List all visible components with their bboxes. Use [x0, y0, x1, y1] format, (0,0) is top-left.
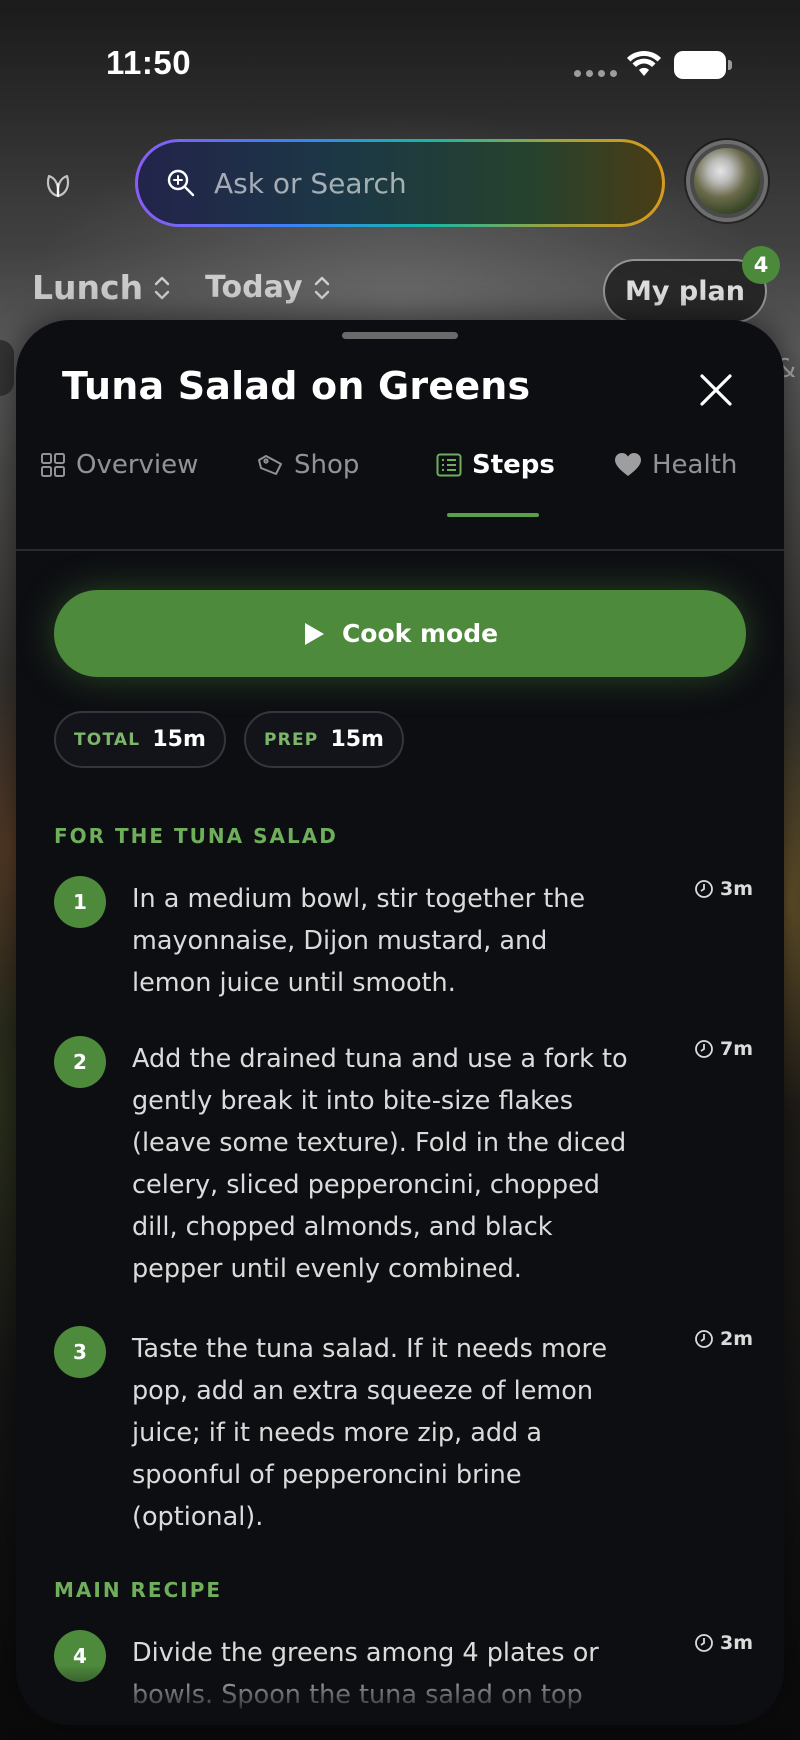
prep-time-pill: PREP 15m: [244, 711, 404, 768]
shopping-tag-icon: [258, 455, 282, 475]
meal-type-label: Lunch: [32, 268, 144, 307]
chevron-up-down-icon: [154, 276, 170, 299]
recipe-sheet: Tuna Salad on Greens Overview Shop Steps: [16, 320, 784, 1725]
clock-icon: [695, 1634, 713, 1652]
sheet-grabber[interactable]: [342, 332, 458, 339]
tab-health-label: Health: [652, 450, 738, 480]
recipe-tabs: Overview Shop Steps Health: [16, 442, 784, 512]
avatar[interactable]: [686, 140, 768, 222]
step-time-value: 7m: [720, 1038, 754, 1060]
section-heading: FOR THE TUNA SALAD: [54, 824, 338, 848]
total-time-value: 15m: [152, 727, 206, 752]
sheet-bottom-fade: [16, 1665, 784, 1725]
total-time-label: TOTAL: [74, 729, 141, 750]
background-card-edge: [0, 340, 14, 396]
list-icon: [436, 453, 462, 477]
day-label: Today: [205, 270, 303, 305]
clock-icon: [695, 1330, 713, 1348]
cook-mode-button[interactable]: Cook mode: [54, 590, 746, 677]
tab-shop[interactable]: Shop: [256, 442, 359, 488]
search-bar[interactable]: Ask or Search: [135, 139, 665, 227]
step-time-value: 2m: [720, 1328, 754, 1350]
close-icon[interactable]: [696, 370, 736, 410]
status-bar: 11:50: [0, 0, 800, 130]
recipe-title: Tuna Salad on Greens: [62, 364, 531, 408]
section-heading: MAIN RECIPE: [54, 1578, 223, 1602]
step-time-value: 3m: [720, 878, 754, 900]
tabs-divider: [16, 549, 784, 551]
heart-icon: [615, 453, 641, 476]
search-placeholder: Ask or Search: [214, 166, 407, 200]
step-number: 3: [54, 1326, 106, 1378]
leaf-icon[interactable]: [40, 164, 76, 200]
plan-count-badge: 4: [742, 246, 780, 284]
prep-time-value: 15m: [330, 727, 384, 752]
step-text: Add the drained tuna and use a fork to g…: [132, 1044, 628, 1284]
meal-type-selector[interactable]: Lunch: [32, 268, 205, 307]
step-timer[interactable]: 3m: [694, 1632, 753, 1654]
step-time-value: 3m: [720, 1632, 754, 1654]
total-time-pill: TOTAL 15m: [54, 711, 226, 768]
tab-health[interactable]: Health: [614, 442, 737, 488]
day-selector[interactable]: Today: [205, 270, 364, 305]
clock-icon: [695, 880, 713, 898]
step-number: 1: [54, 876, 106, 928]
step-timer[interactable]: 7m: [694, 1038, 753, 1060]
cook-mode-label: Cook mode: [341, 619, 499, 648]
wifi-icon: [627, 50, 661, 76]
step-number: 2: [54, 1036, 106, 1088]
step-timer[interactable]: 2m: [694, 1328, 753, 1350]
active-tab-indicator: [447, 513, 539, 517]
search-icon: [167, 169, 195, 197]
tab-overview-label: Overview: [76, 450, 199, 480]
tab-shop-label: Shop: [294, 450, 360, 480]
play-icon: [304, 622, 324, 645]
grid-icon: [41, 453, 65, 477]
chevron-up-down-icon: [314, 276, 329, 299]
step-text: In a medium bowl, stir together the mayo…: [132, 884, 586, 998]
my-plan-label: My plan: [625, 275, 745, 307]
tab-steps[interactable]: Steps: [436, 442, 555, 488]
battery-icon: [674, 51, 732, 79]
status-time: 11:50: [106, 44, 192, 81]
clock-icon: [695, 1040, 713, 1058]
prep-time-label: PREP: [264, 729, 319, 750]
step-text: Taste the tuna salad. If it needs more p…: [132, 1334, 608, 1532]
step-timer[interactable]: 3m: [694, 878, 753, 900]
cellular-signal-icon: [574, 70, 617, 77]
tab-overview[interactable]: Overview: [40, 442, 198, 488]
tab-steps-label: Steps: [472, 450, 555, 480]
meal-selector-row: Lunch Today: [32, 268, 365, 307]
